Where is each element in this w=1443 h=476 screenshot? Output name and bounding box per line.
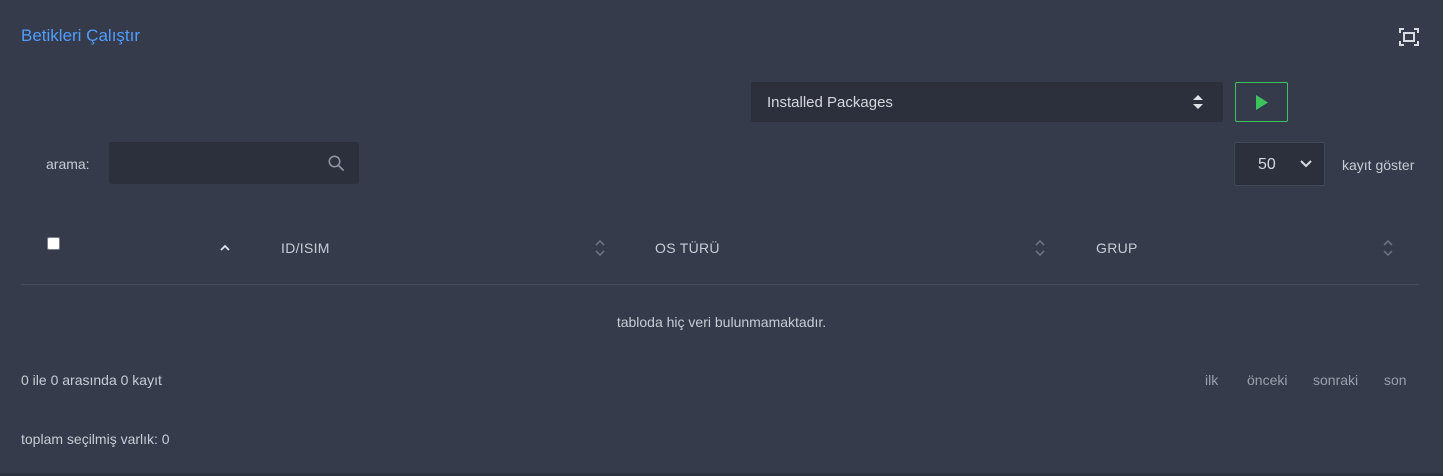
pagination-previous[interactable]: önceki (1247, 372, 1287, 388)
sort-ascending-icon[interactable] (220, 239, 230, 257)
column-header-id[interactable]: ID/ISIM (281, 240, 330, 256)
fullscreen-icon[interactable] (1399, 28, 1419, 46)
panel-title: Betikleri Çalıştır (21, 26, 141, 45)
empty-table-message: tabloda hiç veri bulunmamaktadır. (616, 314, 827, 330)
pagination-last[interactable]: son (1384, 372, 1407, 388)
sort-icon[interactable] (595, 239, 605, 257)
column-header-os[interactable]: OS TÜRÜ (655, 240, 720, 256)
table-info: 0 ile 0 arasında 0 kayıt (21, 372, 162, 388)
pagination-next[interactable]: sonraki (1313, 372, 1358, 388)
table-header-divider (21, 284, 1419, 285)
selected-total: toplam seçilmiş varlık: 0 (21, 431, 170, 447)
sort-icon[interactable] (1383, 239, 1393, 257)
page-length-label: kayıt göster (1342, 157, 1415, 173)
search-icon (328, 155, 344, 171)
pagination-first[interactable]: ilk (1205, 372, 1218, 388)
chevron-down-icon (1300, 160, 1312, 168)
run-button[interactable] (1235, 82, 1288, 122)
page-length-select[interactable]: 50 (1234, 142, 1325, 186)
search-input[interactable] (109, 142, 319, 184)
play-icon (1256, 95, 1268, 110)
sort-icon[interactable] (1035, 239, 1045, 257)
column-header-group[interactable]: GRUP (1096, 240, 1138, 256)
search-label: arama: (46, 156, 90, 172)
script-select-value: Installed Packages (767, 94, 893, 111)
page-length-value: 50 (1258, 156, 1276, 173)
select-all-checkbox[interactable] (47, 237, 60, 250)
script-select[interactable]: Installed Packages (751, 82, 1223, 122)
select-arrows-icon (1193, 95, 1203, 109)
search-field[interactable] (109, 142, 359, 184)
